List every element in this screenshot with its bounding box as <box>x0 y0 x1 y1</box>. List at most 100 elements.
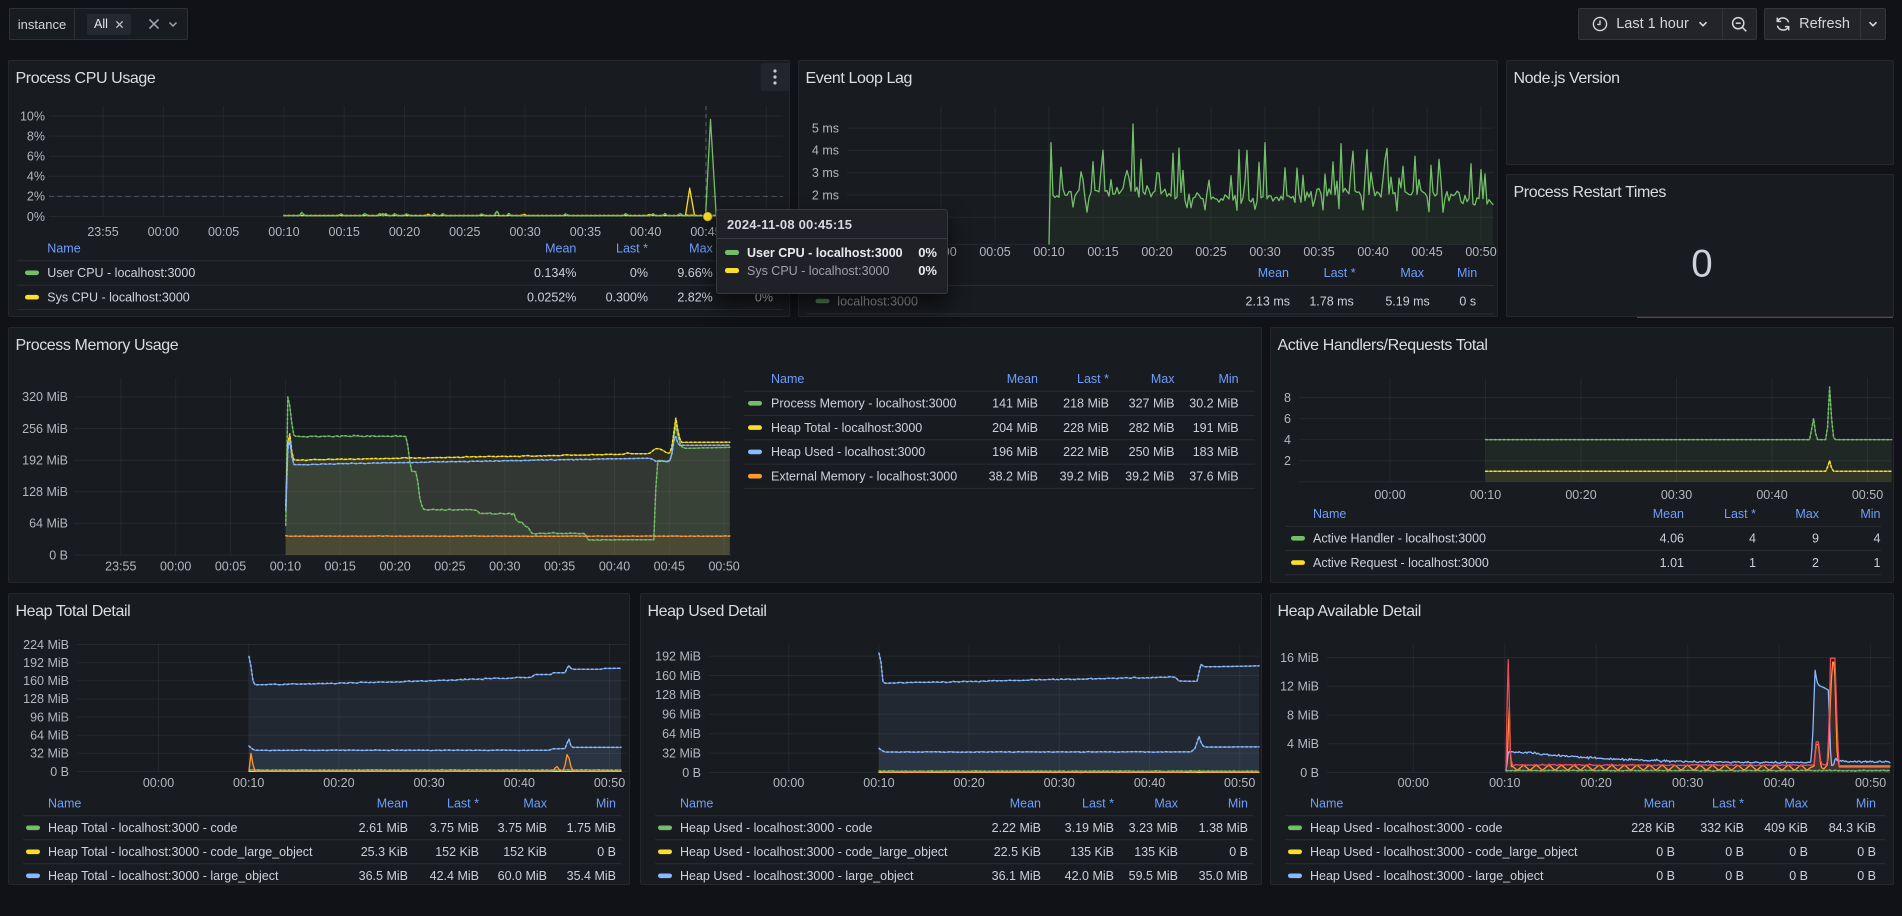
svg-text:0 B: 0 B <box>1229 845 1248 859</box>
svg-text:Heap Total - localhost:3000 -: Heap Total - localhost:3000 - code_large… <box>48 845 313 859</box>
svg-text:23:55: 23:55 <box>87 225 118 239</box>
svg-text:1.38 MiB: 1.38 MiB <box>1199 821 1248 835</box>
svg-text:Last *: Last * <box>447 797 479 811</box>
svg-text:141 MiB: 141 MiB <box>992 397 1038 411</box>
svg-text:135 KiB: 135 KiB <box>1070 845 1114 859</box>
svg-text:2 ms: 2 ms <box>812 188 839 202</box>
svg-text:3.75 MiB: 3.75 MiB <box>498 821 547 835</box>
svg-text:1: 1 <box>1874 556 1881 570</box>
svg-text:32 MiB: 32 MiB <box>662 746 701 760</box>
svg-text:2.82%: 2.82% <box>677 291 712 305</box>
svg-text:Heap Used - localhost:3000: Heap Used - localhost:3000 <box>771 445 925 459</box>
svg-text:00:50: 00:50 <box>1224 776 1255 790</box>
svg-text:Process CPU Usage: Process CPU Usage <box>16 70 156 87</box>
svg-text:64 MiB: 64 MiB <box>29 517 68 531</box>
svg-text:196 MiB: 196 MiB <box>992 445 1038 459</box>
svg-text:152 KiB: 152 KiB <box>503 845 547 859</box>
svg-text:00:00: 00:00 <box>1398 776 1429 790</box>
svg-text:00:50: 00:50 <box>1852 488 1883 502</box>
svg-text:00:35: 00:35 <box>1303 245 1334 259</box>
svg-text:Name: Name <box>48 797 81 811</box>
svg-text:00:10: 00:10 <box>1489 776 1520 790</box>
svg-text:Heap Available Detail: Heap Available Detail <box>1278 603 1421 620</box>
svg-text:30.2 MiB: 30.2 MiB <box>1189 397 1238 411</box>
svg-text:4 ms: 4 ms <box>812 144 839 158</box>
svg-text:282 MiB: 282 MiB <box>1129 421 1175 435</box>
svg-text:152 KiB: 152 KiB <box>435 845 479 859</box>
svg-text:4.06: 4.06 <box>1660 532 1684 546</box>
svg-text:218 MiB: 218 MiB <box>1063 397 1109 411</box>
svg-text:6%: 6% <box>27 150 45 164</box>
svg-text:228 MiB: 228 MiB <box>1063 421 1109 435</box>
svg-text:6: 6 <box>1284 412 1291 426</box>
svg-text:8%: 8% <box>27 129 45 143</box>
svg-text:Mean: Mean <box>1258 266 1289 280</box>
svg-text:23:55: 23:55 <box>105 560 136 574</box>
svg-text:00:00: 00:00 <box>1374 488 1405 502</box>
svg-text:3.23 MiB: 3.23 MiB <box>1129 821 1178 835</box>
svg-text:3 ms: 3 ms <box>812 166 839 180</box>
svg-text:Event Loop Lag: Event Loop Lag <box>806 70 913 87</box>
svg-text:59.5 MiB: 59.5 MiB <box>1129 869 1178 883</box>
svg-text:00:40: 00:40 <box>1763 776 1794 790</box>
svg-text:256 MiB: 256 MiB <box>22 422 68 436</box>
svg-text:00:00: 00:00 <box>160 560 191 574</box>
svg-text:0 B: 0 B <box>1789 845 1808 859</box>
svg-text:128 MiB: 128 MiB <box>655 688 701 702</box>
svg-text:00:50: 00:50 <box>1465 245 1496 259</box>
svg-text:Last *: Last * <box>1082 797 1114 811</box>
svg-text:0 B: 0 B <box>1725 869 1744 883</box>
svg-text:0 B: 0 B <box>49 548 68 562</box>
svg-text:localhost:3000: localhost:3000 <box>837 294 918 308</box>
svg-text:Name: Name <box>771 372 804 386</box>
svg-text:4: 4 <box>1284 433 1291 447</box>
svg-text:00:30: 00:30 <box>509 225 540 239</box>
svg-text:128 MiB: 128 MiB <box>22 485 68 499</box>
svg-text:42.4 MiB: 42.4 MiB <box>430 869 479 883</box>
svg-text:1: 1 <box>1749 556 1756 570</box>
svg-text:00:30: 00:30 <box>1044 776 1075 790</box>
svg-text:Min: Min <box>1860 507 1880 521</box>
svg-text:9.66%: 9.66% <box>677 266 712 280</box>
svg-text:64 MiB: 64 MiB <box>662 727 701 741</box>
svg-text:Heap Total - localhost:3000 -: Heap Total - localhost:3000 - large_obje… <box>48 869 279 883</box>
svg-text:35.0 MiB: 35.0 MiB <box>1199 869 1248 883</box>
svg-text:00:50: 00:50 <box>594 776 625 790</box>
svg-text:Mean: Mean <box>545 242 576 256</box>
svg-text:Last *: Last * <box>1077 372 1109 386</box>
svg-text:8 MiB: 8 MiB <box>1287 708 1319 722</box>
svg-text:0.0252%: 0.0252% <box>527 291 576 305</box>
svg-text:Name: Name <box>680 797 713 811</box>
svg-text:User CPU - localhost:3000: User CPU - localhost:3000 <box>47 266 195 280</box>
svg-text:0%: 0% <box>27 210 45 224</box>
svg-text:60.0 MiB: 60.0 MiB <box>498 869 547 883</box>
svg-text:00:30: 00:30 <box>1672 776 1703 790</box>
svg-text:00:15: 00:15 <box>1087 245 1118 259</box>
svg-text:00:45: 00:45 <box>1411 245 1442 259</box>
svg-text:5 ms: 5 ms <box>812 121 839 135</box>
svg-text:00:05: 00:05 <box>979 245 1010 259</box>
svg-text:00:00: 00:00 <box>143 776 174 790</box>
svg-text:Heap Total - localhost:3000 -: Heap Total - localhost:3000 - code <box>48 821 238 835</box>
svg-text:22.5 KiB: 22.5 KiB <box>994 845 1041 859</box>
svg-text:00:30: 00:30 <box>1249 245 1280 259</box>
svg-text:Heap Total - localhost:3000: Heap Total - localhost:3000 <box>771 421 922 435</box>
svg-text:224 MiB: 224 MiB <box>23 638 69 652</box>
svg-text:222 MiB: 222 MiB <box>1063 445 1109 459</box>
svg-text:Max: Max <box>689 242 713 256</box>
svg-text:0 B: 0 B <box>1656 869 1675 883</box>
svg-text:00:30: 00:30 <box>413 776 444 790</box>
svg-text:42.0 MiB: 42.0 MiB <box>1065 869 1114 883</box>
svg-text:37.6 MiB: 37.6 MiB <box>1189 470 1238 484</box>
svg-text:Min: Min <box>1457 266 1477 280</box>
svg-text:00:10: 00:10 <box>1470 488 1501 502</box>
svg-text:228 KiB: 228 KiB <box>1631 821 1675 835</box>
svg-text:Mean: Mean <box>377 797 408 811</box>
svg-text:Heap Used Detail: Heap Used Detail <box>648 603 767 620</box>
svg-text:64 MiB: 64 MiB <box>30 729 69 743</box>
svg-text:00:15: 00:15 <box>325 560 356 574</box>
svg-text:0 B: 0 B <box>1789 869 1808 883</box>
svg-text:Max: Max <box>1154 797 1178 811</box>
svg-text:Min: Min <box>1218 372 1238 386</box>
svg-text:39.2 MiB: 39.2 MiB <box>1125 470 1174 484</box>
